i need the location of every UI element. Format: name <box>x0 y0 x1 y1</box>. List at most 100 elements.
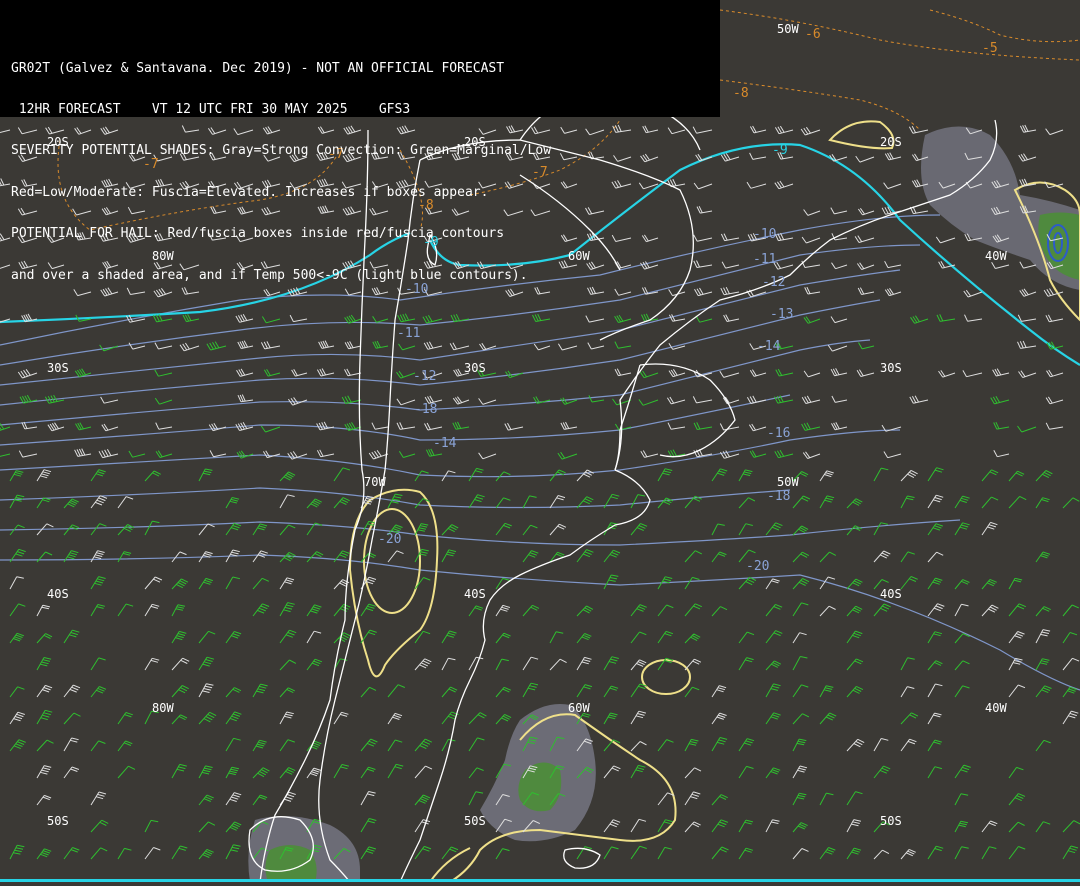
lat-label-40s-mid: 40S <box>464 587 486 601</box>
wind-barb <box>225 631 242 644</box>
wind-barb <box>144 603 160 617</box>
temp-label: -16 <box>767 426 790 441</box>
wind-barb <box>738 738 755 752</box>
wind-barb <box>279 687 296 698</box>
lon-label-40w-bottom: 40W <box>985 701 1007 715</box>
wind-barb <box>495 604 511 617</box>
wind-barb <box>1035 658 1050 671</box>
wind-barb <box>711 523 725 536</box>
temp-label: -18 <box>414 402 437 417</box>
wind-barb <box>774 180 794 190</box>
wind-barb <box>63 629 80 644</box>
wind-barb <box>962 370 983 378</box>
wind-barb <box>225 792 242 806</box>
wind-barb <box>306 551 324 563</box>
wind-barb <box>387 739 403 752</box>
wind-barb <box>36 469 52 482</box>
wind-barb <box>0 129 11 133</box>
wind-barb <box>711 794 728 806</box>
wind-barb <box>9 470 24 482</box>
wind-barb <box>1008 603 1026 617</box>
wind-barb <box>991 261 1010 269</box>
orange-label: -8 <box>733 86 749 101</box>
wind-barb <box>549 523 567 536</box>
wind-barb <box>225 844 241 860</box>
wind-barb <box>963 289 983 298</box>
wind-barb <box>209 450 227 458</box>
wind-barb <box>1008 470 1025 482</box>
wind-barb <box>792 684 809 698</box>
wind-barb <box>101 423 119 432</box>
wind-barb <box>927 494 944 509</box>
wind-barb <box>693 422 713 430</box>
wind-barb <box>819 470 834 482</box>
wind-barb <box>846 819 862 833</box>
wind-barb <box>468 605 484 617</box>
wind-barb <box>441 686 458 698</box>
wind-barb <box>155 450 173 458</box>
wind-barb <box>846 605 863 617</box>
wind-barb <box>422 315 443 324</box>
wind-barb <box>117 496 134 509</box>
wind-barb <box>684 738 699 752</box>
wind-barb <box>279 471 296 482</box>
wind-barb <box>846 578 863 590</box>
wind-barb <box>90 550 105 563</box>
wind-barb <box>900 576 918 590</box>
wind-barb <box>396 422 416 430</box>
wind-barb <box>452 396 470 405</box>
wind-barb <box>387 550 404 563</box>
wind-barb <box>468 767 484 779</box>
wind-barb <box>856 262 875 270</box>
wind-barb <box>441 630 457 644</box>
temp-label: -12 <box>413 369 436 384</box>
wind-barb <box>549 495 566 509</box>
wind-barb <box>9 686 25 698</box>
wind-barb <box>333 497 350 509</box>
wind-barb <box>938 370 956 378</box>
wind-barb <box>171 685 189 698</box>
wind-barb <box>954 846 969 860</box>
wind-barb <box>576 549 594 563</box>
wind-barb <box>738 765 754 779</box>
lon-label-80w-bottom: 80W <box>152 701 174 715</box>
wind-barb <box>981 578 997 590</box>
wind-barb <box>587 342 605 350</box>
wind-barb <box>831 262 848 270</box>
wind-barb <box>1008 766 1024 779</box>
wind-barb <box>765 522 783 536</box>
orange-label: -6 <box>805 27 821 42</box>
wind-barb <box>333 711 349 725</box>
lat-label-20s-right: 20S <box>880 135 902 149</box>
wind-barb <box>360 846 377 860</box>
wind-barb <box>908 125 929 134</box>
wind-barb <box>225 687 242 698</box>
wind-barb <box>0 178 11 187</box>
wind-barb <box>90 657 106 671</box>
wind-barb <box>117 740 133 752</box>
lat-label-40s-left: 40S <box>47 587 69 601</box>
wind-barb <box>873 849 890 860</box>
wind-barb <box>801 236 821 244</box>
wind-barb <box>765 630 783 644</box>
header-title: GR02T (Galvez & Santavana. Dec 2019) - N… <box>11 60 505 76</box>
wind-barb <box>128 450 146 458</box>
wind-barb <box>576 605 594 617</box>
wind-barb <box>495 686 511 698</box>
wind-barb <box>603 574 619 590</box>
wind-barb <box>414 819 431 833</box>
header-hail-legend-2: and over a shaded area, and if Temp 500<… <box>11 267 528 283</box>
wind-barb <box>684 791 701 806</box>
wind-barb <box>9 603 26 617</box>
wind-barb <box>341 395 362 404</box>
wind-barb <box>9 844 25 860</box>
wind-barb <box>19 394 38 404</box>
wind-barb <box>774 449 794 459</box>
wind-barb <box>1017 425 1037 433</box>
wind-barb <box>927 739 942 752</box>
wind-barb <box>900 495 915 509</box>
wind-barb <box>75 422 92 431</box>
wind-barb <box>9 494 25 509</box>
temp-label: -18 <box>767 489 790 504</box>
wind-barb <box>830 207 848 215</box>
